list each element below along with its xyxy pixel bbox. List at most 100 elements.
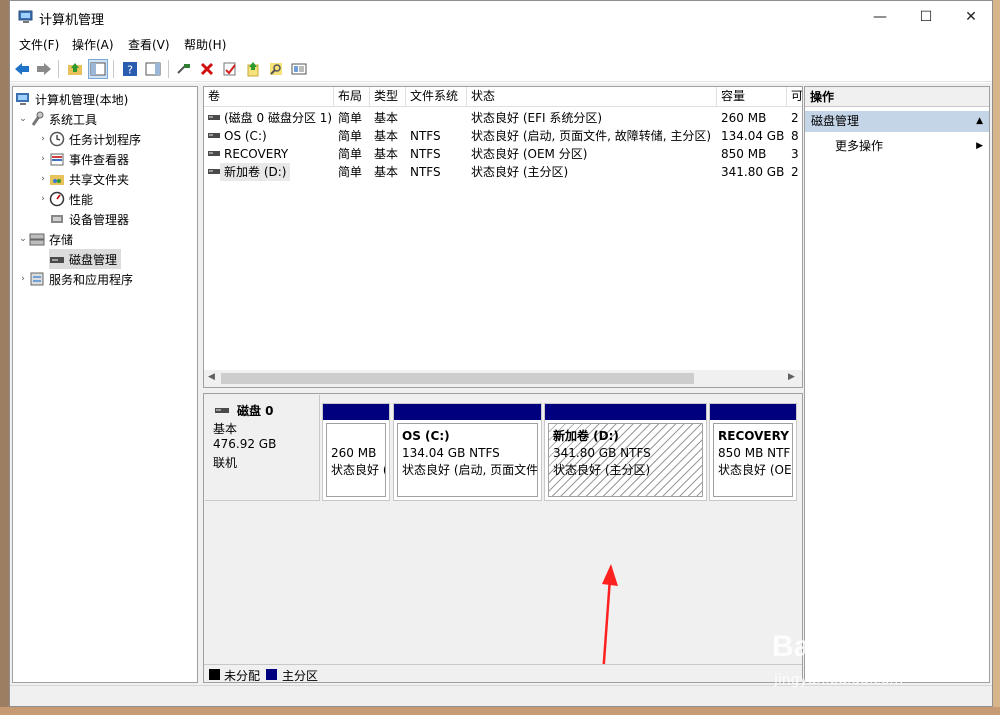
tools-icon — [31, 111, 44, 126]
partition-os-c[interactable]: OS (C:) 134.04 GB NTFS 状态良好 (启动, 页面文件 — [393, 403, 542, 501]
properties-button[interactable] — [220, 59, 240, 79]
collapse-chevron-icon[interactable]: ⌄ — [17, 114, 29, 124]
search-icon — [270, 63, 282, 75]
column-header-filesystem[interactable]: 文件系统 — [406, 87, 467, 107]
connect-button[interactable] — [174, 59, 194, 79]
computer-management-icon — [18, 10, 33, 23]
partition-details: RECOVERY 850 MB NTF 状态良好 (OE — [713, 423, 793, 497]
expand-chevron-icon[interactable]: › — [37, 154, 49, 164]
partition-recovery[interactable]: RECOVERY 850 MB NTF 状态良好 (OE — [709, 403, 797, 501]
partition-status: 状态良好 (主分区) — [553, 463, 651, 477]
desktop-background-left — [0, 0, 9, 715]
minimize-button[interactable]: — — [857, 1, 903, 33]
submenu-arrow-icon: ▶ — [976, 141, 983, 151]
table-row[interactable]: OS (C:) 简单 基本 NTFS 状态良好 (启动, 页面文件, 故障转储,… — [204, 127, 802, 145]
menu-action[interactable]: 操作(A) — [72, 36, 114, 53]
scroll-right-arrow-icon[interactable]: ▶ — [788, 372, 795, 382]
shared-folder-icon — [50, 175, 64, 185]
volume-status: 状态良好 (EFI 系统分区) — [471, 111, 603, 125]
volume-status: 状态良好 (OEM 分区) — [471, 147, 588, 161]
delete-icon — [200, 62, 214, 76]
partition-header-bar — [710, 404, 796, 420]
scroll-left-arrow-icon[interactable]: ◀ — [208, 372, 215, 382]
more-actions-item[interactable]: 更多操作 ▶ — [835, 137, 987, 155]
event-viewer-icon — [50, 153, 64, 166]
show-hide-action-pane-button[interactable] — [143, 59, 163, 79]
menu-view[interactable]: 查看(V) — [128, 36, 170, 53]
volume-filesystem: NTFS — [410, 147, 441, 161]
show-hide-tree-button[interactable] — [88, 59, 108, 79]
partition-new-volume-d[interactable]: 新加卷 (D:) 341.80 GB NTFS 状态良好 (主分区) — [544, 403, 707, 501]
tree-item-shared-folders[interactable]: › 共享文件夹 — [37, 169, 129, 189]
column-header-layout[interactable]: 布局 — [334, 87, 370, 107]
legend-label-unallocated: 未分配 — [224, 669, 261, 683]
expand-chevron-icon[interactable]: › — [37, 174, 49, 184]
tree-item-services-apps[interactable]: › 服务和应用程序 — [17, 269, 133, 289]
export-button[interactable] — [243, 59, 263, 79]
tree-item-device-manager[interactable]: 设备管理器 — [49, 209, 129, 229]
partition-size: 260 MB — [331, 446, 377, 460]
back-button[interactable] — [12, 59, 32, 79]
partition-status: 状态良好 (启动, 页面文件 — [402, 463, 538, 477]
partition-header-bar — [545, 404, 706, 420]
expand-chevron-icon[interactable]: › — [17, 274, 29, 284]
menu-help[interactable]: 帮助(H) — [184, 36, 226, 53]
tree-item-task-scheduler[interactable]: › 任务计划程序 — [37, 129, 141, 149]
column-header-volume[interactable]: 卷 — [204, 87, 334, 107]
action-pane-icon — [145, 62, 161, 76]
collapse-up-icon[interactable]: ▲ — [976, 111, 983, 132]
tree-item-performance[interactable]: › 性能 — [37, 189, 93, 209]
watermark-brand: Bai — [772, 630, 819, 663]
partition-size: 850 MB NTF — [718, 446, 791, 460]
maximize-button[interactable]: ☐ — [903, 1, 949, 33]
table-row[interactable]: (磁盘 0 磁盘分区 1) 简单 基本 状态良好 (EFI 系统分区) 260 … — [204, 109, 802, 127]
tree-item-system-tools[interactable]: ⌄ 系统工具 — [17, 109, 97, 129]
close-button[interactable]: ✕ — [948, 1, 992, 33]
column-header-capacity[interactable]: 容量 — [717, 87, 787, 107]
tree-item-root[interactable]: 计算机管理(本地) — [15, 89, 128, 109]
volume-drive-icon — [208, 115, 220, 120]
volume-drive-icon — [208, 133, 220, 138]
legend-swatch-primary — [266, 669, 277, 680]
tree-item-disk-management[interactable]: 磁盘管理 — [49, 249, 122, 269]
actions-section-disk-management[interactable]: 磁盘管理 ▲ — [805, 111, 989, 132]
help-button[interactable]: ? — [120, 59, 140, 79]
title-bar: 计算机管理 — ☐ ✕ — [10, 1, 992, 33]
expand-chevron-icon[interactable]: › — [37, 194, 49, 204]
up-level-button[interactable] — [65, 59, 85, 79]
delete-button[interactable] — [197, 59, 217, 79]
column-header-type[interactable]: 类型 — [370, 87, 406, 107]
horizontal-scrollbar[interactable]: ◀ ▶ — [204, 370, 802, 387]
forward-button[interactable] — [34, 59, 54, 79]
toolbar-separator — [58, 60, 59, 78]
view-button[interactable] — [289, 59, 309, 79]
actions-pane: 操作 磁盘管理 ▲ 更多操作 ▶ — [804, 86, 990, 683]
table-row[interactable]: 新加卷 (D:) 简单 基本 NTFS 状态良好 (主分区) 341.80 GB… — [204, 163, 802, 181]
disk-drive-icon — [215, 408, 229, 413]
volume-layout: 简单 — [338, 129, 363, 143]
menu-bar: 文件(F) 操作(A) 查看(V) 帮助(H) — [10, 33, 992, 55]
volume-filesystem: NTFS — [410, 129, 441, 143]
table-row[interactable]: RECOVERY 简单 基本 NTFS 状态良好 (OEM 分区) 850 MB… — [204, 145, 802, 163]
partition-title: OS (C:) — [402, 429, 450, 443]
disk-name: 磁盘 0 — [237, 404, 274, 418]
tree-item-storage[interactable]: ⌄ 存储 — [17, 229, 73, 249]
collapse-chevron-icon[interactable]: ⌄ — [17, 234, 29, 244]
volume-list: 卷 布局 类型 文件系统 状态 容量 可 (磁盘 0 磁盘分区 1) 简单 基本… — [203, 86, 803, 388]
disk-size: 476.92 GB — [213, 437, 277, 451]
column-header-free[interactable]: 可 — [787, 87, 802, 107]
desktop-background-right — [993, 0, 1000, 715]
volume-name: OS (C:) — [224, 129, 267, 143]
column-header-status[interactable]: 状态 — [467, 87, 717, 107]
menu-file[interactable]: 文件(F) — [19, 36, 59, 53]
search-button[interactable] — [266, 59, 286, 79]
scrollbar-thumb[interactable] — [221, 373, 694, 384]
partition-efi[interactable]: 260 MB 状态良好 ( — [322, 403, 390, 501]
expand-chevron-icon[interactable]: › — [37, 134, 49, 144]
volume-name: (磁盘 0 磁盘分区 1) — [224, 111, 333, 125]
baidu-paw-icon — [833, 639, 857, 660]
disk-0-info[interactable]: 磁盘 0 基本 476.92 GB 联机 — [205, 395, 320, 501]
disk-management-content: 卷 布局 类型 文件系统 状态 容量 可 (磁盘 0 磁盘分区 1) 简单 基本… — [203, 86, 803, 683]
volume-filesystem: NTFS — [410, 165, 441, 179]
tree-item-event-viewer[interactable]: › 事件查看器 — [37, 149, 129, 169]
